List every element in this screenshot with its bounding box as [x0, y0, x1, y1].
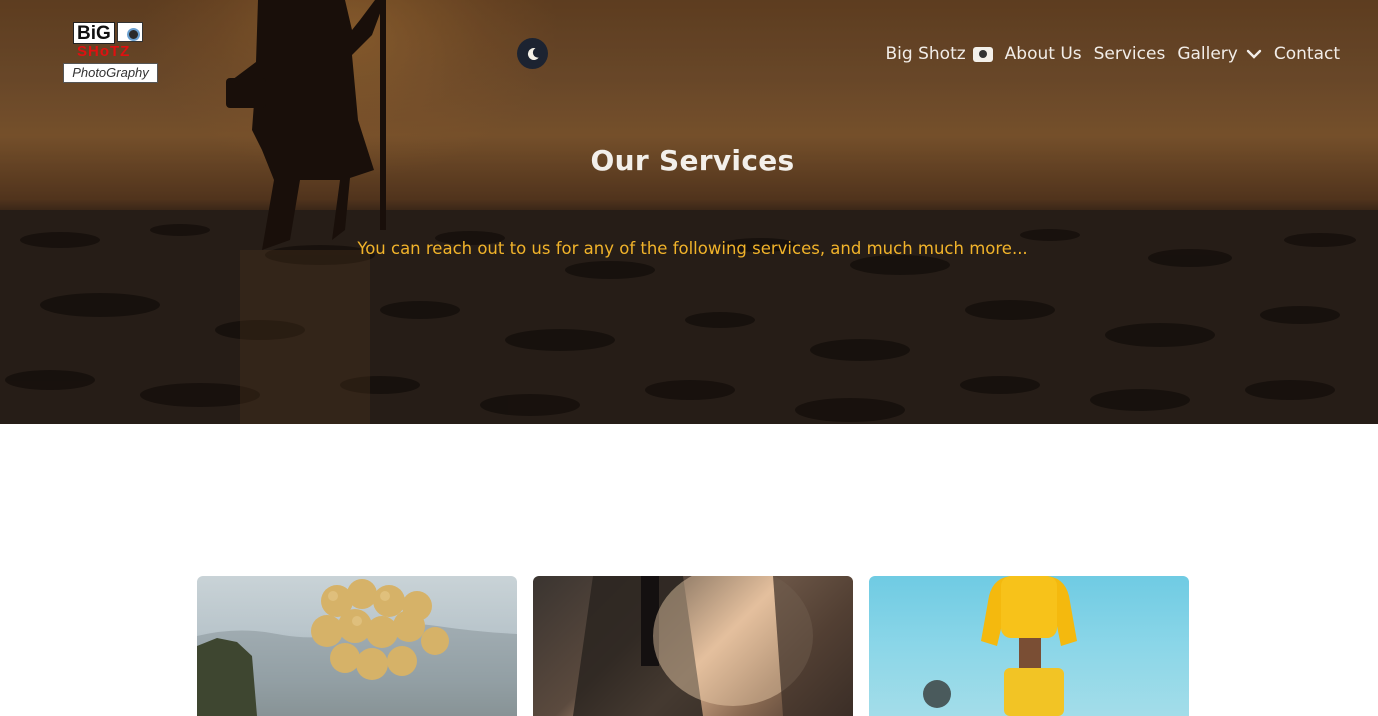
service-card-balloons[interactable] — [197, 576, 517, 716]
nav-item-label: About Us — [1004, 44, 1082, 64]
nav-item-contact[interactable]: Contact — [1274, 44, 1340, 64]
logo-photography-text: PhotoGraphy — [63, 63, 158, 83]
services-cards — [197, 576, 1189, 716]
balloons-photo — [197, 579, 517, 716]
main-navigation: Big Shotz About Us Services Gallery Cont… — [886, 41, 1340, 67]
page-subtitle: You can reach out to us for any of the f… — [357, 239, 1028, 258]
camera-icon — [972, 46, 993, 62]
service-card-wedding[interactable] — [533, 576, 853, 716]
nav-item-services[interactable]: Services — [1094, 44, 1166, 64]
fashion-model-photo — [923, 576, 1077, 716]
site-logo[interactable]: BiG SHoTZ PhotoGraphy — [63, 21, 158, 83]
theme-toggle-button[interactable] — [517, 38, 548, 69]
nav-item-label: Big Shotz — [885, 44, 966, 64]
logo-camera-icon — [116, 22, 143, 42]
nav-item-label: Contact — [1273, 44, 1340, 64]
logo-shotz-text: SHoTZ — [77, 43, 131, 60]
hero-banner: BiG SHoTZ PhotoGraphy Big Shotz About Us… — [0, 0, 1378, 424]
nav-item-big-shotz[interactable]: Big Shotz — [886, 44, 993, 64]
chevron-down-icon — [1246, 49, 1262, 59]
nav-item-about-us[interactable]: About Us — [1005, 44, 1082, 64]
nav-item-label: Gallery — [1177, 44, 1238, 64]
wedding-couple-photo — [573, 576, 853, 716]
page-title: Our Services — [590, 144, 795, 177]
nav-item-label: Services — [1093, 44, 1166, 64]
nav-item-gallery[interactable]: Gallery — [1177, 44, 1262, 64]
logo-big-text: BiG — [73, 22, 115, 44]
service-card-fashion[interactable] — [869, 576, 1189, 716]
moon-icon — [527, 47, 539, 60]
